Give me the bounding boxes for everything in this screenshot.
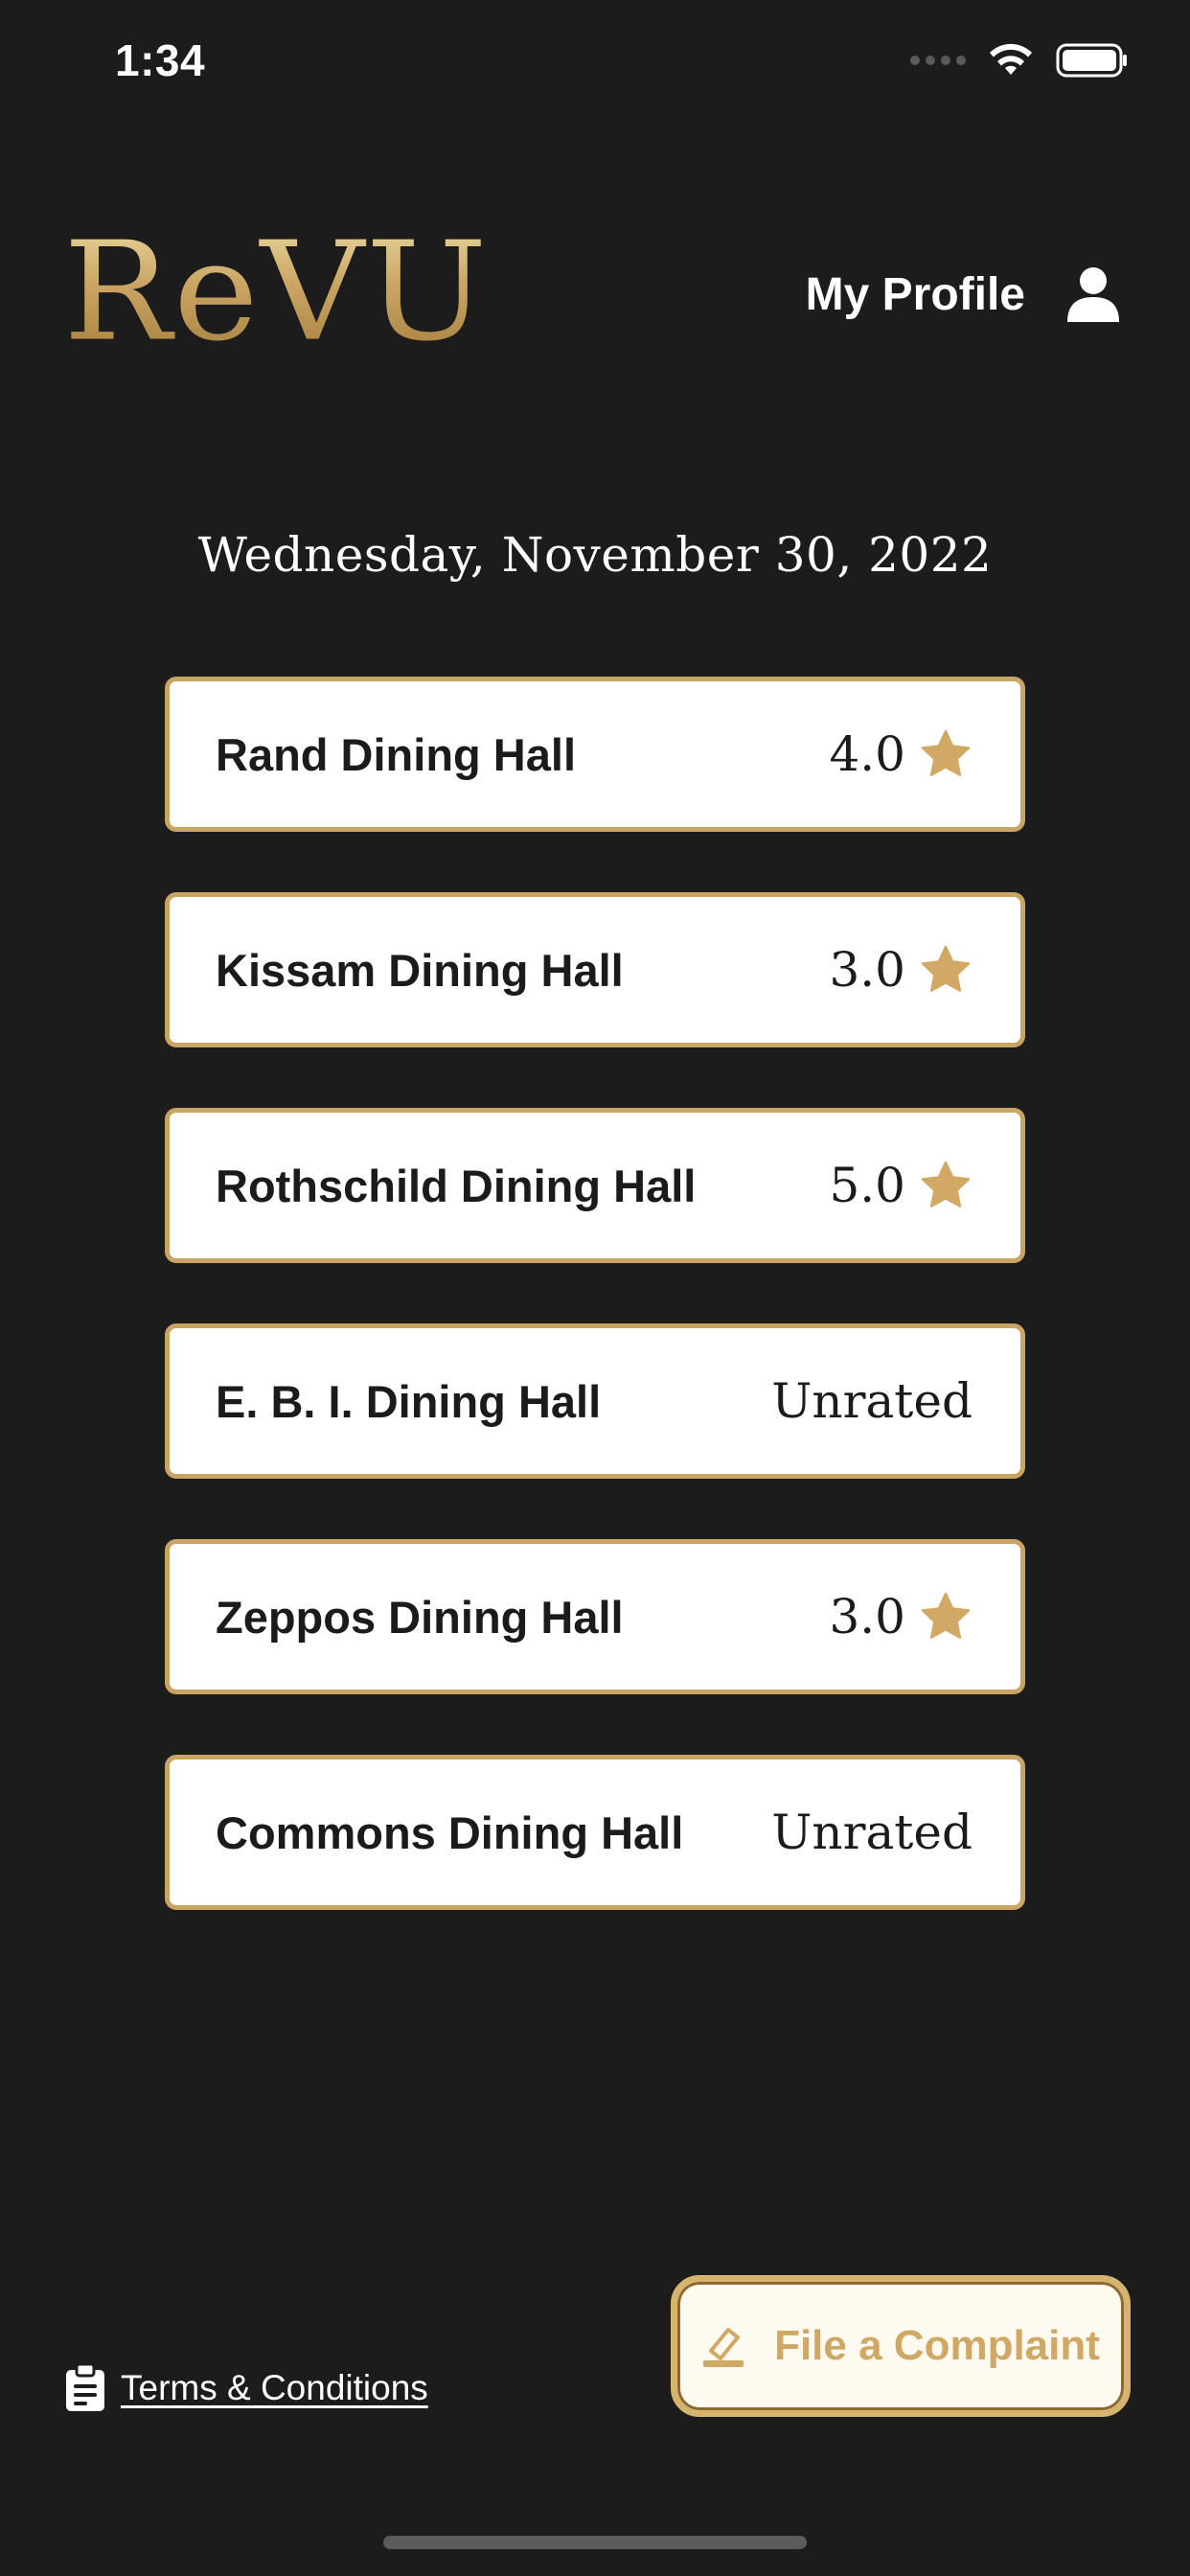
hall-card-kissam[interactable]: Kissam Dining Hall 3.0 bbox=[165, 892, 1025, 1047]
hall-rating: 3.0 bbox=[829, 1589, 973, 1644]
home-indicator[interactable] bbox=[383, 2536, 807, 2549]
current-date: Wednesday, November 30, 2022 bbox=[197, 527, 993, 583]
hall-rating: Unrated bbox=[771, 1805, 973, 1860]
cellular-signal-icon bbox=[910, 56, 966, 65]
status-time: 1:34 bbox=[115, 35, 206, 85]
rating-value: Unrated bbox=[771, 1373, 973, 1429]
file-complaint-label: File a Complaint bbox=[774, 2322, 1100, 2369]
file-complaint-button[interactable]: File a Complaint bbox=[671, 2275, 1131, 2417]
rating-value: 3.0 bbox=[829, 942, 905, 998]
star-icon bbox=[921, 1161, 971, 1208]
star-icon bbox=[921, 1592, 971, 1639]
hall-card-ebi[interactable]: E. B. I. Dining Hall Unrated bbox=[165, 1323, 1025, 1479]
hall-card-commons[interactable]: Commons Dining Hall Unrated bbox=[165, 1755, 1025, 1910]
star-icon bbox=[921, 945, 971, 992]
clipboard-icon bbox=[66, 2363, 104, 2411]
hall-name: Kissam Dining Hall bbox=[216, 944, 624, 996]
hall-rating: Unrated bbox=[771, 1373, 973, 1429]
my-profile-label: My Profile bbox=[805, 268, 1025, 320]
dining-hall-list: Rand Dining Hall 4.0 Kissam Dining Hall … bbox=[165, 677, 1025, 1970]
hall-card-rothschild[interactable]: Rothschild Dining Hall 5.0 bbox=[165, 1108, 1025, 1263]
my-profile-button[interactable]: My Profile bbox=[806, 264, 1123, 324]
rating-value: 4.0 bbox=[829, 726, 905, 782]
hall-name: E. B. I. Dining Hall bbox=[216, 1375, 602, 1427]
person-icon bbox=[1067, 267, 1119, 322]
rating-value: 3.0 bbox=[829, 1589, 905, 1644]
app-logo: ReVU bbox=[63, 213, 490, 372]
status-icons bbox=[910, 42, 1129, 79]
terms-label: Terms & Conditions bbox=[121, 2368, 428, 2407]
star-icon bbox=[921, 729, 971, 776]
hall-rating: 3.0 bbox=[829, 942, 973, 998]
hall-card-rand[interactable]: Rand Dining Hall 4.0 bbox=[165, 677, 1025, 832]
hall-rating: 4.0 bbox=[829, 726, 973, 782]
wifi-icon bbox=[990, 43, 1032, 75]
battery-icon bbox=[1056, 43, 1127, 78]
hall-name: Commons Dining Hall bbox=[216, 1806, 684, 1858]
rating-value: 5.0 bbox=[829, 1158, 905, 1213]
hall-rating: 5.0 bbox=[829, 1158, 973, 1213]
hall-name: Rand Dining Hall bbox=[216, 728, 576, 780]
terms-and-conditions-link[interactable]: Terms & Conditions bbox=[63, 2363, 428, 2413]
hall-name: Zeppos Dining Hall bbox=[216, 1591, 624, 1643]
hall-name: Rothschild Dining Hall bbox=[216, 1160, 697, 1211]
rating-value: Unrated bbox=[771, 1805, 973, 1860]
hall-card-zeppos[interactable]: Zeppos Dining Hall 3.0 bbox=[165, 1539, 1025, 1694]
pencil-eraser-icon bbox=[703, 2328, 744, 2367]
